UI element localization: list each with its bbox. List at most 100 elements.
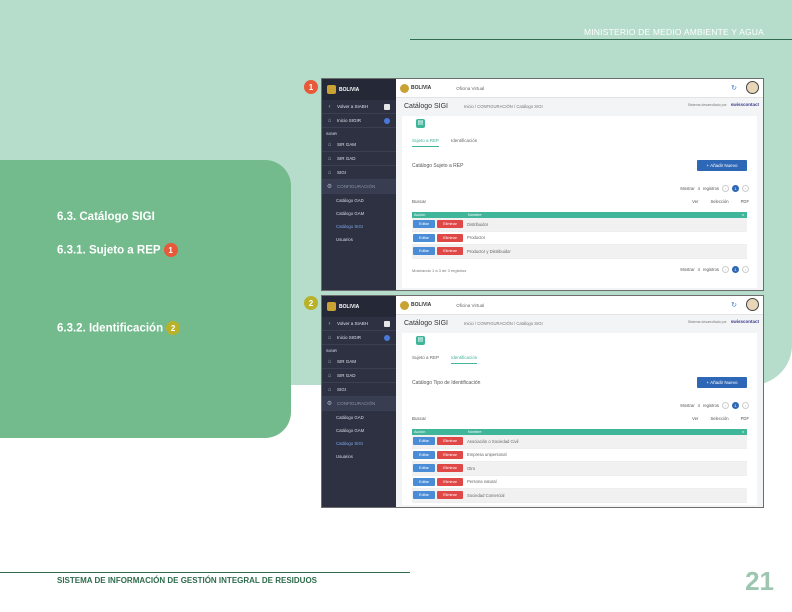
- status-dot: [384, 117, 390, 124]
- refresh-icon[interactable]: ↻: [731, 84, 737, 92]
- sidebar-home[interactable]: ⌂ Inicio SIGIR: [322, 331, 396, 345]
- sidebar-sub-catalogo-gad[interactable]: Catálogo GAD: [322, 194, 396, 207]
- delete-button[interactable]: Eliminar: [437, 477, 463, 486]
- sidebar-item-sir-gad[interactable]: ⌂ SIR GAD: [322, 369, 396, 383]
- prev-page-button[interactable]: ‹: [722, 185, 729, 192]
- toggle-icon[interactable]: [384, 320, 390, 327]
- pdf-button[interactable]: PDF: [741, 416, 749, 421]
- office-link[interactable]: Oficina Virtual: [456, 303, 484, 308]
- edit-button[interactable]: Editar: [413, 450, 435, 459]
- toggle-icon[interactable]: [384, 103, 390, 110]
- add-new-button[interactable]: + Añadir Nuevo: [697, 160, 747, 171]
- page-1-button[interactable]: 1: [732, 185, 739, 192]
- sidebar-sub-usuarios[interactable]: Usuarios: [322, 233, 396, 246]
- breadcrumb[interactable]: Inicio / CONFIGURACIÓN / Catálogo SIGI: [464, 321, 543, 326]
- chevron-left-icon: ‹: [328, 320, 331, 327]
- edit-button[interactable]: Editar: [413, 491, 435, 500]
- tab-identificacion[interactable]: Identificación: [451, 138, 477, 147]
- ministry-title: MINISTERIO DE MEDIO AMBIENTE Y AGUA: [583, 27, 764, 37]
- sidebar-sub-catalogo-gad[interactable]: Catálogo GAD: [322, 411, 396, 424]
- page-1-button[interactable]: 1: [732, 402, 739, 409]
- sidebar-back[interactable]: ‹ Volver a SIABH: [322, 100, 396, 114]
- delete-button[interactable]: Eliminar: [437, 437, 463, 446]
- sidebar-item-sigi[interactable]: ⌂ SIGI: [322, 383, 396, 397]
- sidebar-home[interactable]: ⌂ Inicio SIGIR: [322, 114, 396, 128]
- edit-button[interactable]: Editar: [413, 220, 435, 229]
- page-length-select[interactable]: 4: [698, 403, 700, 408]
- search-label[interactable]: Buscar: [412, 416, 426, 421]
- table-row: Editar Eliminar Asociación o Sociedad Civi…: [412, 435, 747, 449]
- page-1-button[interactable]: 1: [732, 266, 739, 273]
- next-page-button[interactable]: ›: [742, 402, 749, 409]
- add-new-button[interactable]: + Añadir Nuevo: [697, 377, 747, 388]
- selection-button[interactable]: Selección: [710, 199, 728, 204]
- edit-button[interactable]: Editar: [413, 437, 435, 446]
- bolivia-logo: [327, 85, 336, 94]
- sidebar-sub-catalogo-sigi[interactable]: Catálogo SIGI: [322, 220, 396, 233]
- calendar-icon[interactable]: ▤: [416, 336, 425, 345]
- office-link[interactable]: Oficina Virtual: [456, 86, 484, 91]
- sidebar-item-sir-gad[interactable]: ⌂ SIR GAD: [322, 152, 396, 166]
- home-icon: ⌂: [327, 117, 332, 124]
- delete-button[interactable]: Eliminar: [437, 464, 463, 473]
- breadcrumb[interactable]: Inicio / CONFIGURACIÓN / Catálogo SIGI: [464, 104, 543, 109]
- refresh-icon[interactable]: ↻: [731, 301, 737, 309]
- bolivia-emblem-icon: [400, 300, 409, 310]
- home-icon: ⌂: [327, 169, 332, 176]
- sidebar-sub-catalogo-gam[interactable]: Catálogo GAM: [322, 207, 396, 220]
- export-buttons: Ver Selección PDF: [692, 416, 749, 421]
- content-card: ▤ Sujeto a REP Identificación Catálogo T…: [402, 333, 757, 505]
- tabs: Sujeto a REP Identificación: [412, 138, 477, 147]
- table-info: Mostrando 1 a 3 de 3 registros: [412, 268, 467, 273]
- avatar[interactable]: [746, 81, 759, 94]
- search-label[interactable]: Buscar: [412, 199, 426, 204]
- edit-button[interactable]: Editar: [413, 233, 435, 242]
- page-length-select[interactable]: 4: [698, 186, 700, 191]
- delete-button[interactable]: Eliminar: [437, 247, 463, 256]
- home-icon: ⌂: [327, 358, 332, 365]
- sidebar-brand: BOLIVIA: [322, 296, 396, 317]
- sidebar-item-sir-gam[interactable]: ⌂ SIR GAM: [322, 355, 396, 369]
- sidebar-back[interactable]: ‹ Volver a SIABH: [322, 317, 396, 331]
- delete-button[interactable]: Eliminar: [437, 450, 463, 459]
- sidebar-sub-usuarios[interactable]: Usuarios: [322, 450, 396, 463]
- card-title: Catálogo Sujeto a REP: [412, 163, 464, 169]
- selection-button[interactable]: Selección: [710, 416, 728, 421]
- tab-sujeto-rep[interactable]: Sujeto a REP: [412, 138, 440, 147]
- section-panel: [0, 160, 291, 438]
- page-header: Catálogo SIGI Inicio / CONFIGURACIÓN / C…: [404, 319, 759, 327]
- page-number: 21: [745, 566, 774, 596]
- topbar: BOLIVIA Oficina Virtual ↻: [396, 296, 763, 315]
- prev-page-button[interactable]: ‹: [722, 266, 729, 273]
- delete-button[interactable]: Eliminar: [437, 233, 463, 242]
- main-area: BOLIVIA Oficina Virtual ↻ Catálogo SIGI …: [396, 296, 763, 507]
- sidebar-item-sigi[interactable]: ⌂ SIGI: [322, 166, 396, 180]
- prev-page-button[interactable]: ‹: [722, 402, 729, 409]
- sidebar-item-configuracion[interactable]: ⚙ CONFIGURACIÓN: [322, 180, 396, 194]
- page-header: Catálogo SIGI Inicio / CONFIGURACIÓN / C…: [404, 102, 759, 110]
- tab-identificacion[interactable]: Identificación: [451, 355, 478, 364]
- sidebar-brand: BOLIVIA: [322, 79, 396, 100]
- view-button[interactable]: Ver: [692, 416, 698, 421]
- delete-button[interactable]: Eliminar: [437, 491, 463, 500]
- next-page-button[interactable]: ›: [742, 266, 749, 273]
- delete-button[interactable]: Eliminar: [437, 220, 463, 229]
- sidebar-item-sir-gam[interactable]: ⌂ SIR GAM: [322, 138, 396, 152]
- next-page-button[interactable]: ›: [742, 185, 749, 192]
- tab-sujeto-rep[interactable]: Sujeto a REP: [412, 355, 439, 364]
- edit-button[interactable]: Editar: [413, 247, 435, 256]
- edit-button[interactable]: Editar: [413, 477, 435, 486]
- sidebar-sub-catalogo-gam[interactable]: Catálogo GAM: [322, 424, 396, 437]
- sidebar-item-configuracion[interactable]: ⚙ CONFIGURACIÓN: [322, 397, 396, 411]
- pdf-button[interactable]: PDF: [741, 199, 749, 204]
- view-button[interactable]: Ver: [692, 199, 698, 204]
- tabs: Sujeto a REP Identificación: [412, 355, 478, 364]
- card-title: Catálogo Tipo de Identificación: [412, 380, 481, 386]
- avatar[interactable]: [746, 298, 759, 311]
- sidebar-sub-catalogo-sigi[interactable]: Catálogo SIGI: [322, 437, 396, 450]
- edit-button[interactable]: Editar: [413, 464, 435, 473]
- home-icon: ⌂: [327, 386, 332, 393]
- status-dot: [384, 334, 390, 341]
- calendar-icon[interactable]: ▤: [416, 119, 425, 128]
- page-length: Mostrar 4 registros ‹ 1 ›: [680, 402, 749, 409]
